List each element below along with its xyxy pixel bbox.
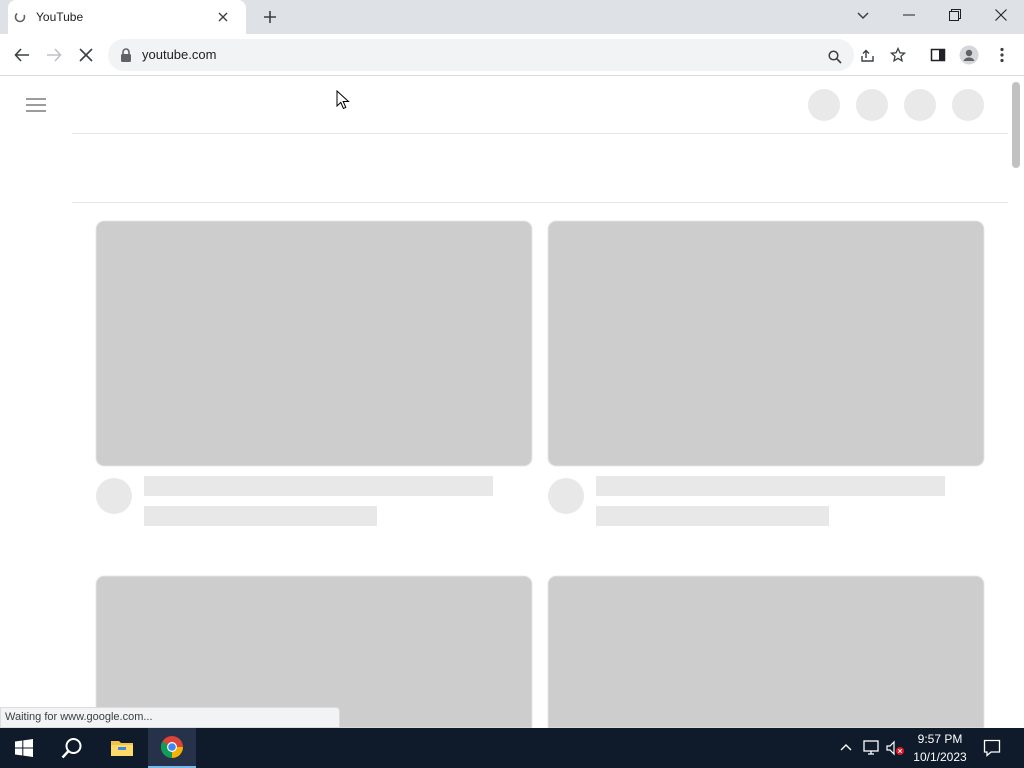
more-vertical-icon bbox=[1000, 47, 1004, 63]
side-panel-icon bbox=[930, 48, 946, 62]
folder-icon bbox=[111, 741, 133, 756]
search-icon bbox=[61, 738, 82, 759]
tab-search-button[interactable] bbox=[853, 6, 873, 26]
video-thumbnail-skeleton bbox=[96, 221, 532, 466]
window-close-button[interactable] bbox=[990, 3, 1012, 27]
loading-favicon-icon bbox=[14, 11, 26, 23]
tab-title: YouTube bbox=[36, 10, 84, 24]
windows-start-icon bbox=[15, 739, 33, 757]
mouse-cursor-icon bbox=[336, 90, 350, 110]
new-tab-button[interactable] bbox=[260, 7, 280, 27]
video-thumbnail-skeleton bbox=[548, 221, 984, 466]
chrome-icon bbox=[161, 736, 183, 758]
network-icon[interactable] bbox=[862, 740, 880, 756]
back-button[interactable] bbox=[10, 43, 34, 67]
chevron-up-icon[interactable] bbox=[838, 740, 854, 756]
start-button[interactable] bbox=[0, 728, 48, 768]
clock-date[interactable]: 10/1/2023 bbox=[910, 750, 970, 764]
meta-skeleton-line bbox=[144, 506, 377, 526]
scrollbar-thumb[interactable] bbox=[1012, 82, 1020, 168]
address-bar[interactable] bbox=[108, 39, 854, 71]
plus-icon bbox=[264, 11, 276, 23]
side-panel-button[interactable] bbox=[926, 43, 950, 67]
stop-loading-button[interactable] bbox=[74, 43, 98, 67]
share-button[interactable] bbox=[855, 43, 879, 67]
chevron-down-icon bbox=[857, 12, 869, 20]
header-skeleton-circle bbox=[856, 89, 888, 121]
search-icon bbox=[828, 50, 842, 64]
header-skeleton-circle bbox=[904, 89, 936, 121]
channel-avatar-skeleton bbox=[548, 478, 584, 514]
search-in-page-button[interactable] bbox=[823, 45, 847, 69]
lock-icon bbox=[121, 48, 131, 62]
arrow-left-icon bbox=[14, 48, 29, 62]
profile-button[interactable] bbox=[957, 43, 981, 67]
taskbar-search-button[interactable] bbox=[48, 728, 96, 768]
arrow-right-icon bbox=[47, 48, 62, 62]
file-explorer-button[interactable] bbox=[98, 728, 146, 768]
notification-icon bbox=[983, 739, 1001, 757]
star-icon bbox=[890, 47, 906, 63]
close-icon bbox=[995, 9, 1007, 21]
bookmark-button[interactable] bbox=[886, 43, 910, 67]
hamburger-menu-icon[interactable] bbox=[24, 94, 48, 116]
minimize-button[interactable] bbox=[898, 3, 920, 27]
avatar-icon bbox=[959, 45, 979, 65]
video-thumbnail-skeleton bbox=[548, 576, 984, 728]
volume-muted-icon[interactable] bbox=[886, 740, 906, 756]
share-icon bbox=[861, 49, 874, 62]
channel-avatar-skeleton bbox=[96, 478, 132, 514]
close-icon bbox=[218, 12, 228, 22]
restore-icon bbox=[949, 9, 961, 21]
video-thumbnail-skeleton bbox=[96, 576, 532, 728]
meta-skeleton-line bbox=[596, 506, 829, 526]
clock-time[interactable]: 9:57 PM bbox=[912, 732, 968, 746]
close-icon bbox=[79, 48, 93, 62]
title-skeleton-line bbox=[144, 476, 493, 496]
forward-button[interactable] bbox=[42, 43, 66, 67]
restore-button[interactable] bbox=[944, 3, 966, 27]
header-skeleton-circle bbox=[952, 89, 984, 121]
minimize-icon bbox=[903, 14, 915, 16]
url-text[interactable]: youtube.com bbox=[142, 47, 216, 62]
browser-menu-button[interactable] bbox=[990, 43, 1014, 67]
header-skeleton-circle bbox=[808, 89, 840, 121]
chips-divider bbox=[72, 202, 1008, 203]
title-skeleton-line bbox=[596, 476, 945, 496]
notifications-button[interactable] bbox=[980, 736, 1004, 760]
header-divider bbox=[72, 133, 1008, 134]
status-text: Waiting for www.google.com... bbox=[5, 711, 153, 723]
tab-close-button[interactable] bbox=[214, 8, 232, 26]
chrome-taskbar-button[interactable] bbox=[148, 728, 196, 768]
